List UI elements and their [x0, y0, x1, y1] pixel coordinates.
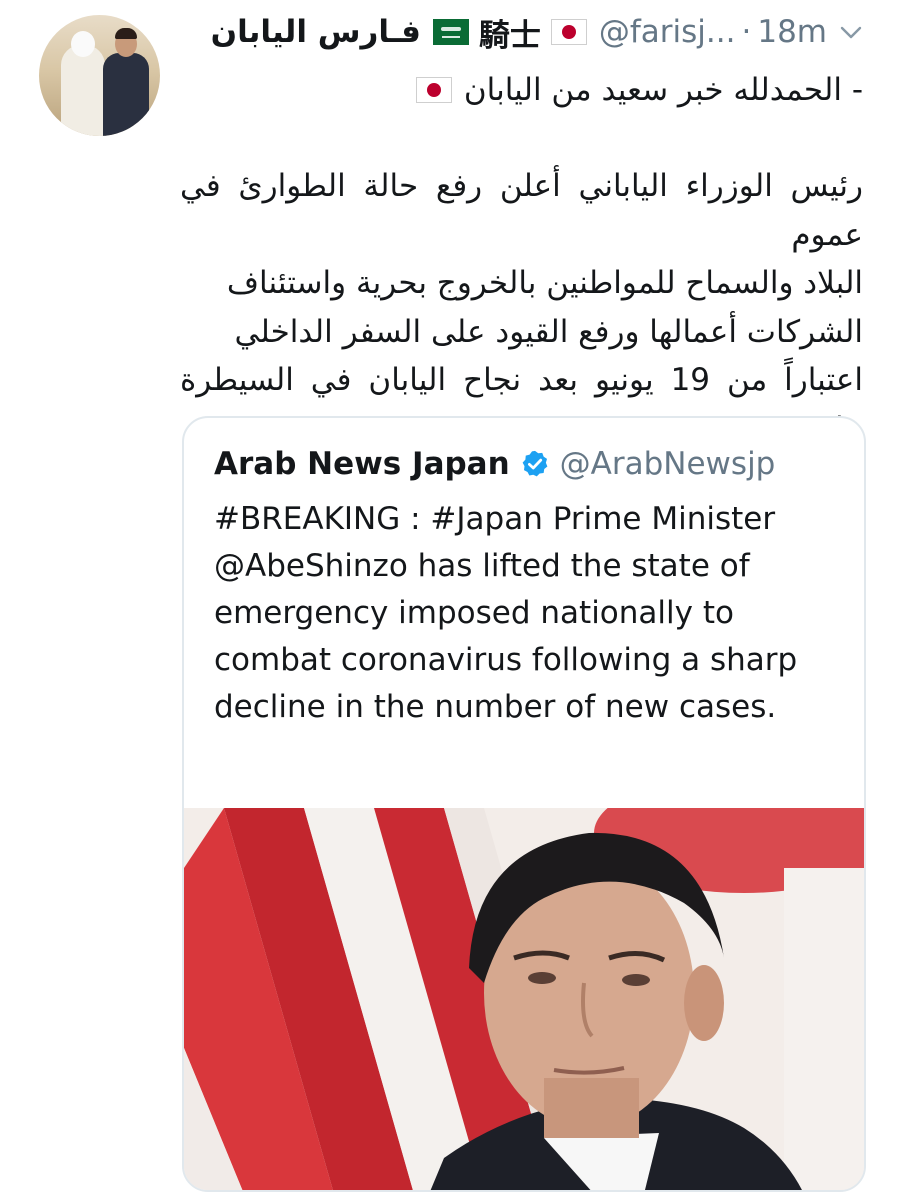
tweet-lead-line: - الحمدلله خبر سعيد من اليابان [415, 66, 863, 114]
quoted-author-handle: @ArabNewsjp [559, 446, 776, 482]
quoted-author-name: Arab News Japan [214, 446, 510, 482]
saudi-flag-icon [432, 19, 469, 45]
display-name[interactable]: 騎士 فـارس اليابان [201, 10, 587, 55]
photo-image [184, 808, 864, 1190]
quoted-tweet[interactable]: Arab News Japan @ArabNewsjp #BREAKING : … [182, 416, 866, 1192]
lead-line-text: - الحمدلله خبر سعيد من اليابان [463, 72, 863, 108]
display-name-text: فـارس اليابان [210, 14, 421, 50]
avatar-hair-right [115, 28, 137, 39]
avatar-head-left [71, 31, 95, 57]
verified-badge-icon [522, 450, 548, 477]
chevron-down-icon[interactable] [837, 18, 865, 46]
tweet-header: 騎士 فـارس اليابان @farisj... · 18m [201, 10, 865, 54]
quoted-tweet-author[interactable]: Arab News Japan @ArabNewsjp [214, 440, 775, 488]
japan-flag-icon [550, 19, 587, 45]
user-handle[interactable]: @farisj... [599, 14, 736, 50]
quoted-tweet-text: #BREAKING : #Japan Prime Minister @AbeSh… [214, 501, 798, 725]
avatar-person-right [103, 53, 149, 136]
avatar-person-left [61, 45, 105, 136]
quoted-tweet-photo[interactable] [184, 808, 864, 1190]
timestamp[interactable]: 18m [757, 14, 827, 50]
display-name-suffix: 騎士 [478, 17, 541, 54]
japan-flag-icon [415, 77, 452, 103]
avatar[interactable] [39, 15, 160, 136]
separator-dot: · [741, 14, 752, 50]
